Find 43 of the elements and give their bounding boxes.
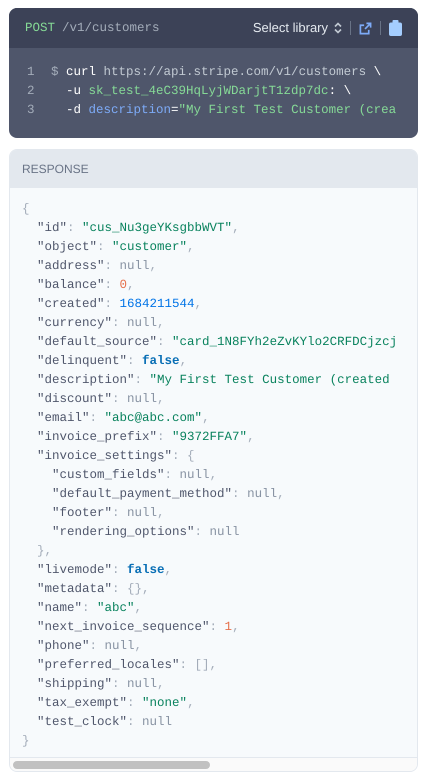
json-line: "delinquent": false, — [36, 354, 188, 368]
clipboard-icon[interactable] — [389, 20, 402, 36]
json-line: "email": "abc@abc.com", — [36, 411, 210, 425]
json-line: "next_invoice_sequence": 1, — [36, 620, 240, 634]
json-line: "tax_exempt": "none", — [36, 696, 195, 710]
json-line: "description": "My First Test Customer (created — [36, 373, 390, 387]
line-number: 1 — [27, 64, 36, 81]
library-select[interactable]: Select library — [252, 18, 342, 38]
code-line: -d description="My First Test Customer (crea — [65, 102, 396, 119]
json-line: "balance": 0, — [36, 278, 135, 292]
json-line: "preferred_locales": [], — [36, 658, 218, 672]
line-number: 3 — [27, 102, 36, 119]
json-line: "custom_fields": null, — [51, 468, 218, 482]
json-line: "invoice_settings": { — [36, 449, 195, 463]
code-line: -u sk_test_4eC39HqLyjWDarjtT1zdp7dc: \ — [65, 83, 352, 100]
json-line: "id": "cus_Nu3geYKsgbbWVT", — [36, 221, 240, 235]
json-line: "discount": null, — [36, 392, 165, 406]
json-line: "address": null, — [36, 259, 158, 273]
line-number: 2 — [27, 83, 36, 100]
http-method: POST — [25, 20, 56, 37]
json-line: "name": "abc", — [36, 601, 142, 615]
json-line: } — [22, 734, 30, 748]
json-line: { — [22, 202, 30, 216]
json-line: "shipping": null, — [36, 677, 165, 691]
external-link-icon[interactable] — [359, 22, 372, 34]
json-line: "default_payment_method": null, — [51, 487, 285, 501]
scrollbar-thumb[interactable] — [13, 760, 210, 768]
json-line: "footer": null, — [51, 506, 165, 520]
json-line: "currency": null, — [36, 316, 165, 330]
json-line: "invoice_prefix": "9372FFA7", — [36, 430, 255, 444]
json-line: "test_clock": null — [36, 715, 172, 729]
json-line: "object": "customer", — [36, 240, 195, 254]
chevron-updown-icon — [334, 22, 342, 34]
json-line: "phone": null, — [36, 639, 142, 653]
response-title: RESPONSE — [22, 161, 89, 178]
json-line: }, — [36, 544, 52, 558]
json-line: "livemode": false, — [36, 563, 172, 577]
code-line: $ curl https://api.stripe.com/v1/customers \ — [51, 64, 382, 81]
json-line: "created": 1684211544, — [36, 297, 202, 311]
endpoint-path: /v1/customers — [62, 20, 160, 37]
json-line: "metadata": {}, — [36, 582, 150, 596]
json-line: "rendering_options": null — [51, 525, 240, 539]
json-line: "default_source": "card_1N8FYh2eZvKYlo2CRFDCjzcj — [36, 335, 398, 349]
